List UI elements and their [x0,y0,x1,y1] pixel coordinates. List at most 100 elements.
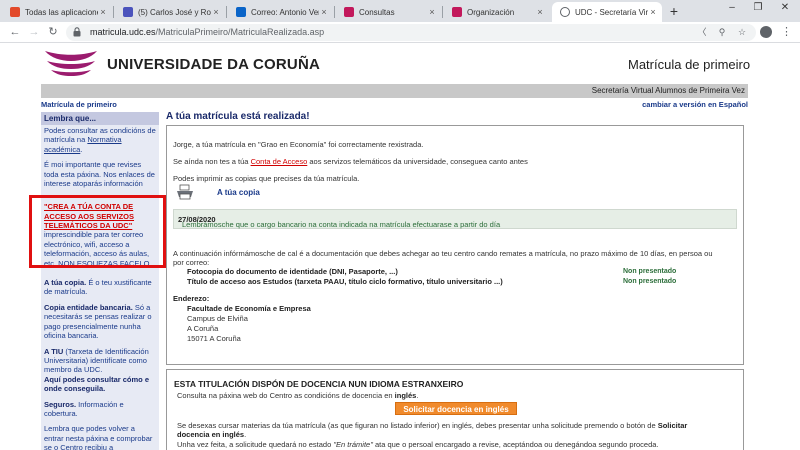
english-request-info-2: docencia en inglés. [177,430,246,439]
profile-avatar-icon[interactable] [760,26,772,38]
web-page: UNIVERSIDADE DA CORUÑA Matrícula de prim… [0,44,800,450]
conditions-text: . [416,391,419,400]
browser-tab-consultas[interactable]: Consultas × [336,2,441,22]
sidebar-copy-note: A túa copia. É o teu xustificante de mat… [41,278,159,297]
reload-icon[interactable]: ↻ [46,25,60,39]
english-request-info: Se desexas cursar materias da túa matríc… [177,421,687,430]
close-icon[interactable]: × [535,7,545,17]
account-reminder: Se aínda non tes a túa Conta de Acceso a… [173,157,528,166]
tab-label: (5) Carlos José y Rosa [138,7,211,17]
minimize-icon[interactable]: – [722,2,742,13]
sidebar-copy-label[interactable]: A túa copia. [44,278,86,287]
account-text: Se aínda non tes a túa [173,157,251,166]
outlook-icon [236,7,246,17]
sidebar-regulations: Podes consultar as condicións de matrícu… [41,126,159,154]
language-switch-link[interactable]: cambiar a versión en Español [642,100,748,109]
enrollment-confirmation: Jorge, a túa matrícula en "Grao en Econo… [173,140,424,149]
window-close-icon[interactable]: ✕ [775,2,795,13]
tab-label: Correo: Antonio Vera [251,7,319,17]
conditions-language: inglés [394,391,417,400]
tab-label: Consultas [359,7,395,17]
close-icon[interactable]: × [427,7,437,17]
sidebar-title: Lembra que... [41,112,159,125]
sidebar-return-note: Lembra que podes volver a entrar nesta p… [44,424,153,450]
url-domain: matricula.udc.es [90,27,156,37]
doc-id-status: Non presentado [623,268,677,275]
printer-icon[interactable] [176,184,194,200]
your-copy-link[interactable]: A túa copia [217,188,260,197]
sidebar-text: . [80,144,83,154]
page-heading: Matrícula de primeiro [628,57,751,72]
documentation-intro-2: por correo: [173,258,210,267]
enrollment-summary-box: Jorge, a túa matrícula en "Grao en Econo… [166,125,744,365]
back-arrow-icon[interactable]: ← [8,25,22,39]
tab-separator [442,6,443,18]
translate-icon[interactable]: 〈 [696,26,708,38]
sidebar-bank-label[interactable]: Copia entidade bancaria. [44,303,133,312]
globe-icon [560,7,570,17]
browser-tab-apps[interactable]: Todas las aplicaciones × [2,2,112,22]
tab-label: UDC - Secretaría Virtual [575,7,648,17]
address-line-4: 15071 A Coruña [187,334,241,343]
browser-toolbar: ← → ↻ matricula.udc.es/MatriculaPrimeiro… [0,22,800,43]
notice-post: . [182,220,185,229]
new-tab-button[interactable]: + [666,3,682,19]
print-info: Podes imprimir as copias que precises da… [173,174,360,183]
sidebar-tiu-note: A TIU (Tarxeta de Identificación Univers… [41,347,159,394]
tab-label: Todas las aplicaciones [25,7,98,17]
sidebar-insurance-label[interactable]: Seguros. [44,400,76,409]
sidebar-tiu-label[interactable]: A TIU [44,347,63,356]
close-icon[interactable]: × [648,7,658,17]
restore-icon[interactable]: ❐ [748,2,768,13]
bank-charge-notice: Lembrámosche que o cargo bancario na con… [173,209,737,229]
browser-tab-bar: Todas las aplicaciones × (5) Carlos José… [0,0,800,22]
sidebar-insurance-note: Seguros. Información e cobertura. [41,400,159,419]
status-text: Unha vez feita, a solicitude quedará no … [177,440,334,449]
tab-label: Organización [467,7,515,17]
foreign-language-box: ESTA TITULACIÓN DISPÓN DE DOCENCIA NUN I… [166,369,744,450]
address-line-1: Facultade de Economía e Empresa [187,304,311,313]
header-bar: Secretaría Virtual Alumnos de Primeira V… [41,84,748,98]
access-account-link[interactable]: Conta de Acceso [251,157,308,166]
breadcrumb[interactable]: Matrícula de primeiro [41,100,117,109]
notice-text: Lembrámosche que o cargo bancario na con… [178,215,500,229]
office-icon [10,7,20,17]
doc-name: Título de acceso aos Estudos (tarxeta PA… [187,277,503,286]
form-icon [452,7,462,17]
foreign-language-title: ESTA TITULACIÓN DISPÓN DE DOCENCIA NUN I… [174,379,464,389]
sidebar: Lembra que... Podes consultar as condici… [41,112,159,450]
sidebar-review-note: É moi importante que revises toda esta p… [44,160,155,189]
tiu-info-link[interactable]: Aquí podes consultar cómo e onde consegu… [44,375,149,393]
sidebar-bank-note: Copia entidade bancaria. Só a necesitará… [41,303,159,341]
star-icon[interactable]: ☆ [736,26,748,38]
doc-name: Fotocopia do documento de identidade (DN… [187,267,398,276]
address-label-text: Enderezo: [173,294,210,303]
close-icon[interactable]: × [319,7,329,17]
doc-title-status: Non presentado [623,278,677,285]
required-doc-id: Fotocopia do documento de identidade (DN… [187,267,398,276]
browser-tab-organizacion[interactable]: Organización × [444,2,549,22]
request-text: Se desexas cursar materias da túa matríc… [177,421,658,430]
status-text: ata que o persoal encargado a revise, ac… [372,440,659,449]
close-icon[interactable]: × [211,7,221,17]
browser-tab-mail[interactable]: Correo: Antonio Vera × [228,2,333,22]
request-bold: Solicitar [657,421,688,430]
browser-tab-teams[interactable]: (5) Carlos José y Rosa × [115,2,225,22]
page-title: A túa matrícula está realizada! [166,111,310,122]
browser-tab-udc[interactable]: UDC - Secretaría Virtual × [552,2,662,22]
close-icon[interactable]: × [98,7,108,17]
teams-icon [123,7,133,17]
menu-dots-icon[interactable]: ⋮ [781,25,792,38]
zoom-icon[interactable]: ⚲ [716,26,728,38]
request-english-button[interactable]: Solicitar docencia en inglés [395,402,517,415]
university-name: UNIVERSIDADE DA CORUÑA [107,56,321,73]
forward-arrow-icon[interactable]: → [27,25,41,39]
address-bar[interactable]: matricula.udc.es/MatriculaPrimeiro/Matri… [66,24,756,41]
request-status-info: Unha vez feita, a solicitude quedará no … [177,440,659,449]
tab-separator [226,6,227,18]
form-icon [344,7,354,17]
address-label: Enderezo: [173,294,209,303]
request-bold: docencia en inglés [177,430,245,439]
required-doc-title: Título de acceso aos Estudos (tarxeta PA… [187,277,503,286]
highlight-annotation [29,195,166,268]
